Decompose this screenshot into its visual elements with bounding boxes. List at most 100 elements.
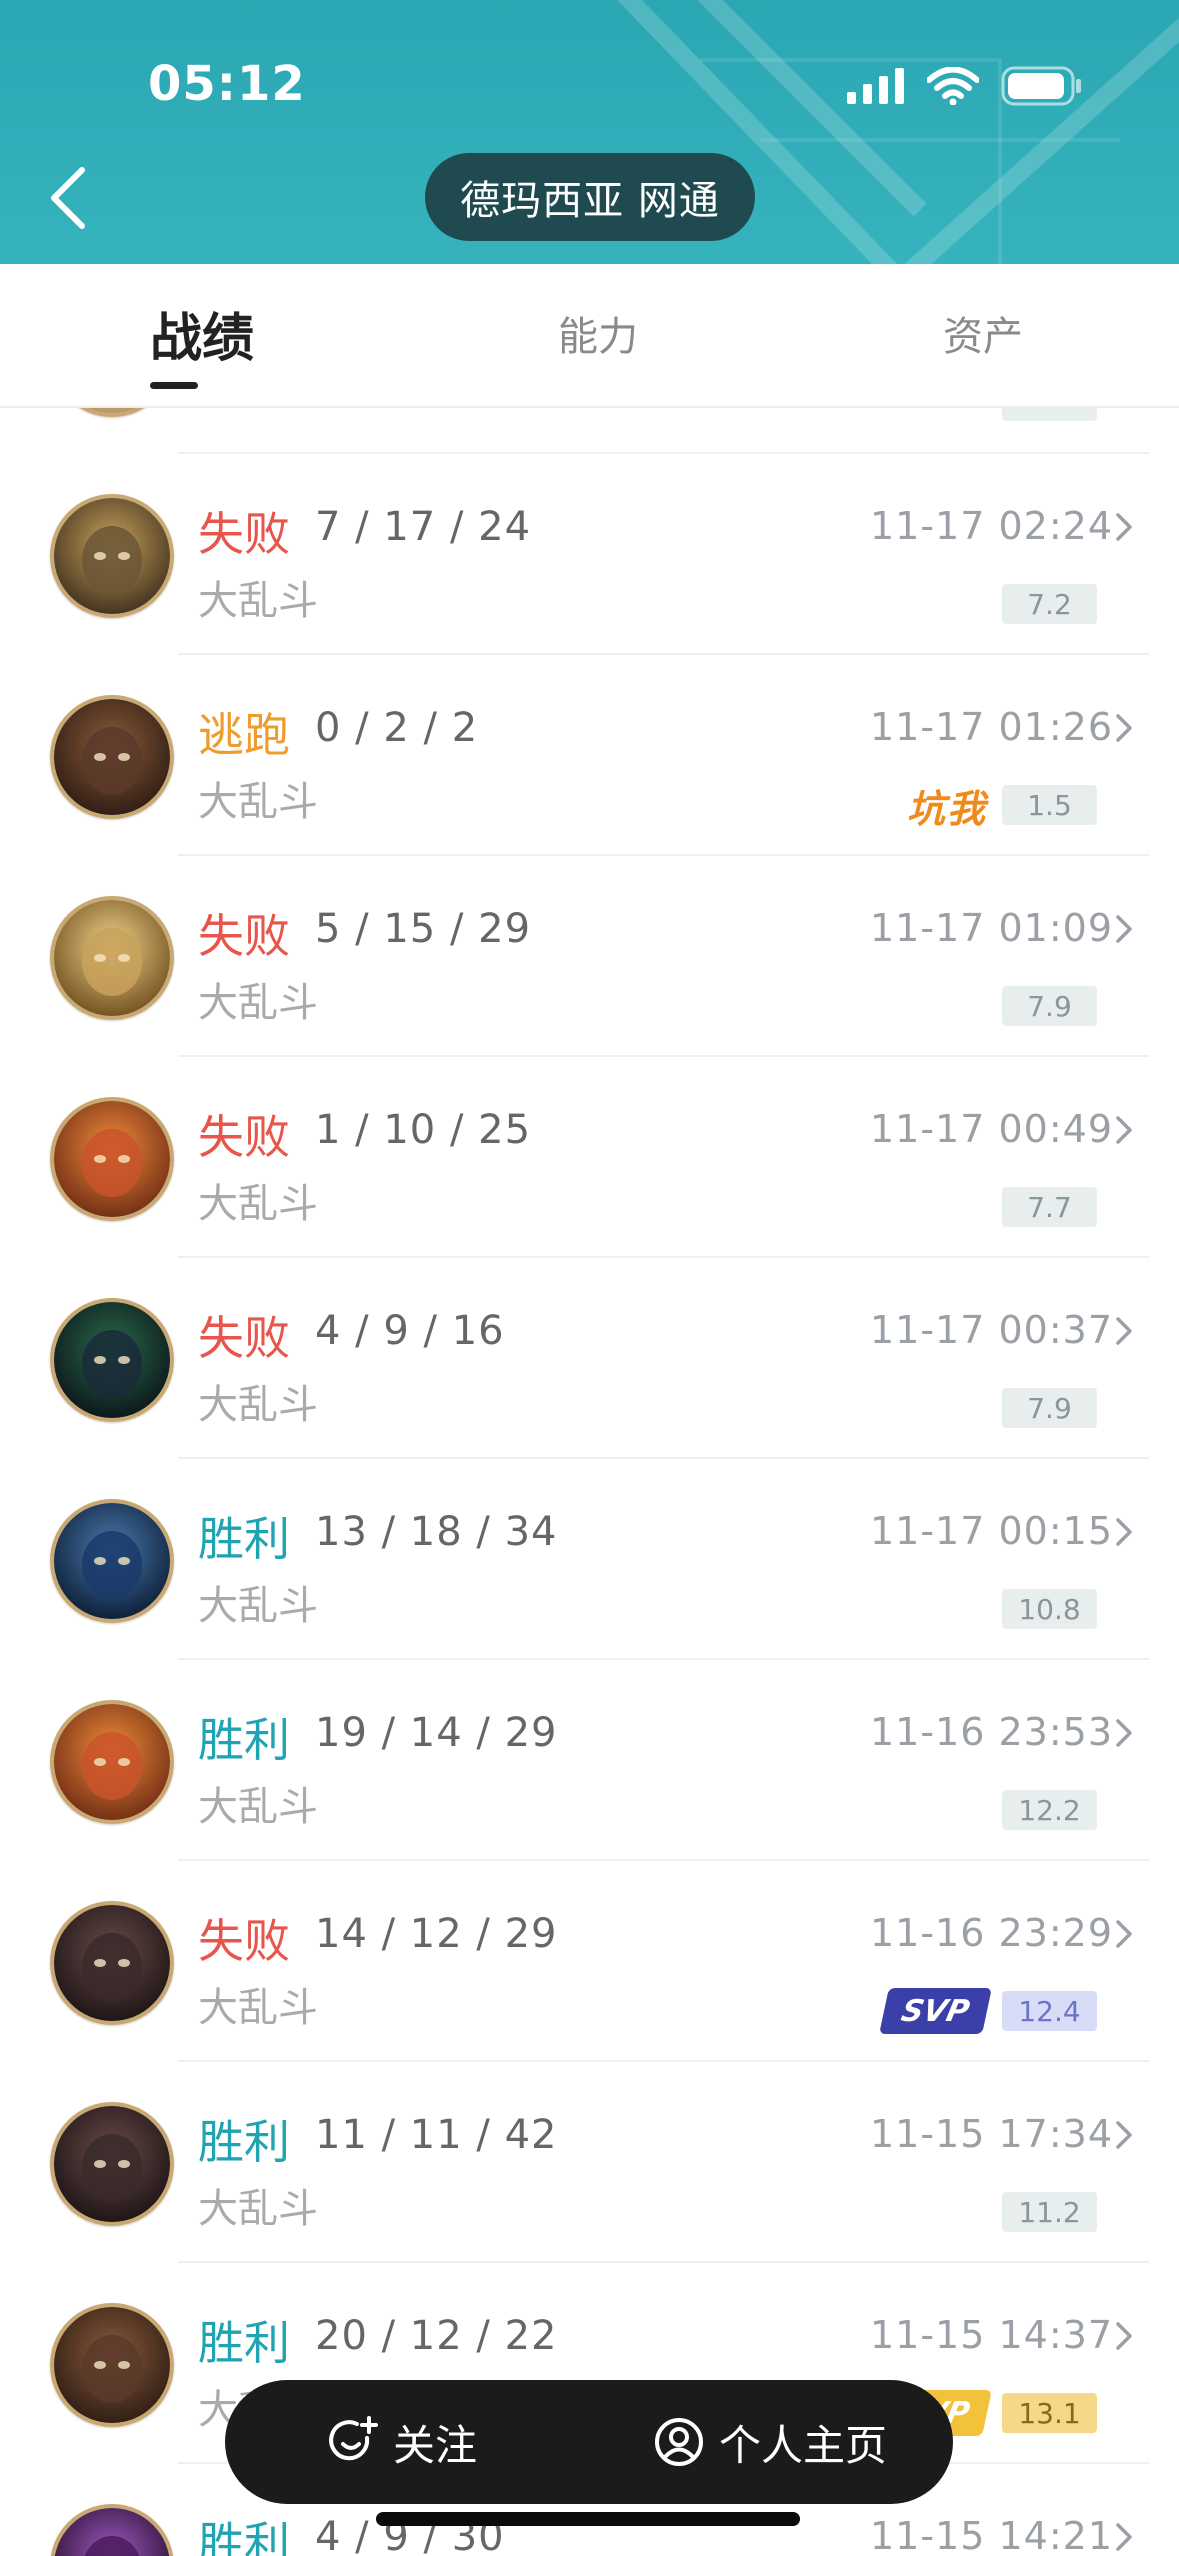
profile-icon bbox=[655, 2418, 703, 2466]
match-score: 10.8 bbox=[1002, 1589, 1097, 1629]
match-score: 7.9 bbox=[1002, 1388, 1097, 1428]
match-score: 12.4 bbox=[1002, 1991, 1097, 2031]
hero-helmet-icon bbox=[50, 494, 174, 618]
match-kda: 5 / 15 / 29 bbox=[315, 906, 532, 952]
chevron-right-icon bbox=[1116, 714, 1132, 742]
badge-label: 坑我 bbox=[906, 786, 987, 831]
match-row[interactable]: 逃跑 0 / 2 / 2 大乱斗 11-17 01:26 1.5 坑我 bbox=[0, 655, 1179, 856]
match-row-partial[interactable] bbox=[0, 408, 1179, 454]
match-result: 胜利 bbox=[198, 2115, 290, 2169]
profile-label: 个人主页 bbox=[719, 2420, 888, 2470]
hero-purple-icon bbox=[50, 2504, 174, 2556]
chevron-right-icon bbox=[1116, 1719, 1132, 1747]
hero-avatar bbox=[50, 408, 174, 417]
match-kda: 0 / 2 / 2 bbox=[315, 705, 479, 751]
match-row[interactable]: 胜利 11 / 11 / 42 大乱斗 11-15 17:34 11.2 bbox=[0, 2062, 1179, 2263]
match-result: 胜利 bbox=[198, 1713, 290, 1767]
match-row[interactable]: 失败 1 / 10 / 25 大乱斗 11-17 00:49 7.7 bbox=[0, 1057, 1179, 1258]
follow-button[interactable]: 关注 bbox=[327, 2380, 477, 2504]
back-icon[interactable] bbox=[40, 160, 100, 240]
match-kda: 7 / 17 / 24 bbox=[315, 504, 532, 550]
match-result: 逃跑 bbox=[198, 708, 290, 762]
match-score: 7.9 bbox=[1002, 986, 1097, 1026]
match-time: 11-15 17:34 bbox=[869, 2112, 1113, 2156]
match-row[interactable]: 失败 5 / 15 / 29 大乱斗 11-17 01:09 7.9 bbox=[0, 856, 1179, 1057]
match-time: 11-17 00:37 bbox=[869, 1308, 1113, 1352]
chevron-right-icon bbox=[1116, 1920, 1132, 1948]
profile-button[interactable]: 个人主页 bbox=[653, 2380, 887, 2504]
chevron-right-icon bbox=[1116, 2121, 1132, 2149]
hero-blue-warrior-icon bbox=[50, 1499, 174, 1623]
svp-badge: SVP bbox=[879, 1988, 992, 2034]
follow-label: 关注 bbox=[393, 2420, 478, 2470]
match-result: 失败 bbox=[198, 1110, 290, 1164]
signal-icon bbox=[847, 68, 904, 104]
header: 05:12 德玛西亚 网通 bbox=[0, 0, 1179, 264]
tab-active-indicator bbox=[150, 382, 198, 389]
status-icons bbox=[847, 64, 1083, 108]
match-mode: 大乱斗 bbox=[198, 779, 318, 825]
tab-record[interactable]: 战绩 bbox=[150, 296, 254, 371]
hero-assassin-icon bbox=[50, 1298, 174, 1422]
match-kda: 4 / 9 / 16 bbox=[315, 1308, 505, 1354]
match-score: 13.1 bbox=[1002, 2393, 1097, 2433]
match-time: 11-17 02:24 bbox=[869, 504, 1113, 548]
match-kda: 1 / 10 / 25 bbox=[315, 1107, 532, 1153]
status-time: 05:12 bbox=[148, 56, 306, 112]
match-mode: 大乱斗 bbox=[198, 1181, 318, 1227]
match-score: 11.2 bbox=[1002, 2192, 1097, 2232]
match-row[interactable]: 失败 7 / 17 / 24 大乱斗 11-17 02:24 7.2 bbox=[0, 454, 1179, 655]
match-score: 1.5 bbox=[1002, 785, 1097, 825]
chevron-right-icon bbox=[1116, 513, 1132, 541]
tab-assets[interactable]: 资产 bbox=[943, 304, 1023, 362]
follow-icon bbox=[329, 2416, 378, 2461]
match-result: 胜利 bbox=[198, 2517, 290, 2556]
chevron-right-icon bbox=[1116, 2322, 1132, 2350]
hero-gnar-icon bbox=[50, 1700, 174, 1824]
match-mode: 大乱斗 bbox=[198, 1382, 318, 1428]
match-time: 11-17 01:09 bbox=[869, 906, 1113, 950]
wifi-icon bbox=[927, 67, 979, 105]
chevron-right-icon bbox=[1116, 2523, 1132, 2551]
match-mode: 大乱斗 bbox=[198, 980, 318, 1026]
match-time: 11-15 14:21 bbox=[869, 2514, 1113, 2556]
match-list[interactable]: 失败 7 / 17 / 24 大乱斗 11-17 02:24 7.2 逃跑 0 / 2 / … bbox=[0, 408, 1179, 2556]
match-score: 7.7 bbox=[1002, 1187, 1097, 1227]
chevron-right-icon bbox=[1116, 915, 1132, 943]
troll-badge: 坑我 bbox=[907, 779, 987, 831]
match-time: 11-17 01:26 bbox=[869, 705, 1113, 749]
hero-gnar-icon bbox=[50, 1097, 174, 1221]
hero-monkey-icon bbox=[50, 2303, 174, 2427]
match-result: 失败 bbox=[198, 507, 290, 561]
server-switch[interactable]: 德玛西亚 网通 bbox=[425, 153, 755, 241]
match-result: 失败 bbox=[198, 1311, 290, 1365]
battery-icon bbox=[1001, 66, 1081, 106]
match-score: 12.2 bbox=[1002, 1790, 1097, 1830]
match-result: 胜利 bbox=[198, 1512, 290, 1566]
match-kda: 20 / 12 / 22 bbox=[315, 2313, 558, 2359]
tab-ability[interactable]: 能力 bbox=[558, 304, 638, 362]
match-time: 11-16 23:53 bbox=[869, 1710, 1113, 1754]
match-result: 胜利 bbox=[198, 2316, 290, 2370]
match-time: 11-17 00:49 bbox=[869, 1107, 1113, 1151]
badge-label: SVP bbox=[898, 1993, 973, 2029]
hero-ekko-icon bbox=[50, 1901, 174, 2025]
match-mode: 大乱斗 bbox=[198, 578, 318, 624]
chevron-right-icon bbox=[1116, 1518, 1132, 1546]
match-kda: 11 / 11 / 42 bbox=[315, 2112, 558, 2158]
home-indicator bbox=[376, 2512, 800, 2526]
bottom-action-bar: 关注 个人主页 bbox=[225, 2380, 953, 2504]
hero-golden-armor-icon bbox=[50, 896, 174, 1020]
match-mode: 大乱斗 bbox=[198, 1583, 318, 1629]
match-row[interactable]: 失败 14 / 12 / 29 大乱斗 11-16 23:29 12.4 SVP bbox=[0, 1861, 1179, 2062]
match-time: 11-17 00:15 bbox=[869, 1509, 1113, 1553]
tab-bar: 战绩 能力 资产 bbox=[0, 264, 1179, 408]
match-row[interactable]: 胜利 13 / 18 / 34 大乱斗 11-17 00:15 10.8 bbox=[0, 1459, 1179, 1660]
match-row[interactable]: 胜利 19 / 14 / 29 大乱斗 11-16 23:53 12.2 bbox=[0, 1660, 1179, 1861]
chevron-right-icon bbox=[1116, 1317, 1132, 1345]
match-time: 11-15 14:37 bbox=[869, 2313, 1113, 2357]
match-mode: 大乱斗 bbox=[198, 2186, 318, 2232]
match-time: 11-16 23:29 bbox=[869, 1911, 1113, 1955]
match-result: 失败 bbox=[198, 909, 290, 963]
match-row[interactable]: 失败 4 / 9 / 16 大乱斗 11-17 00:37 7.9 bbox=[0, 1258, 1179, 1459]
